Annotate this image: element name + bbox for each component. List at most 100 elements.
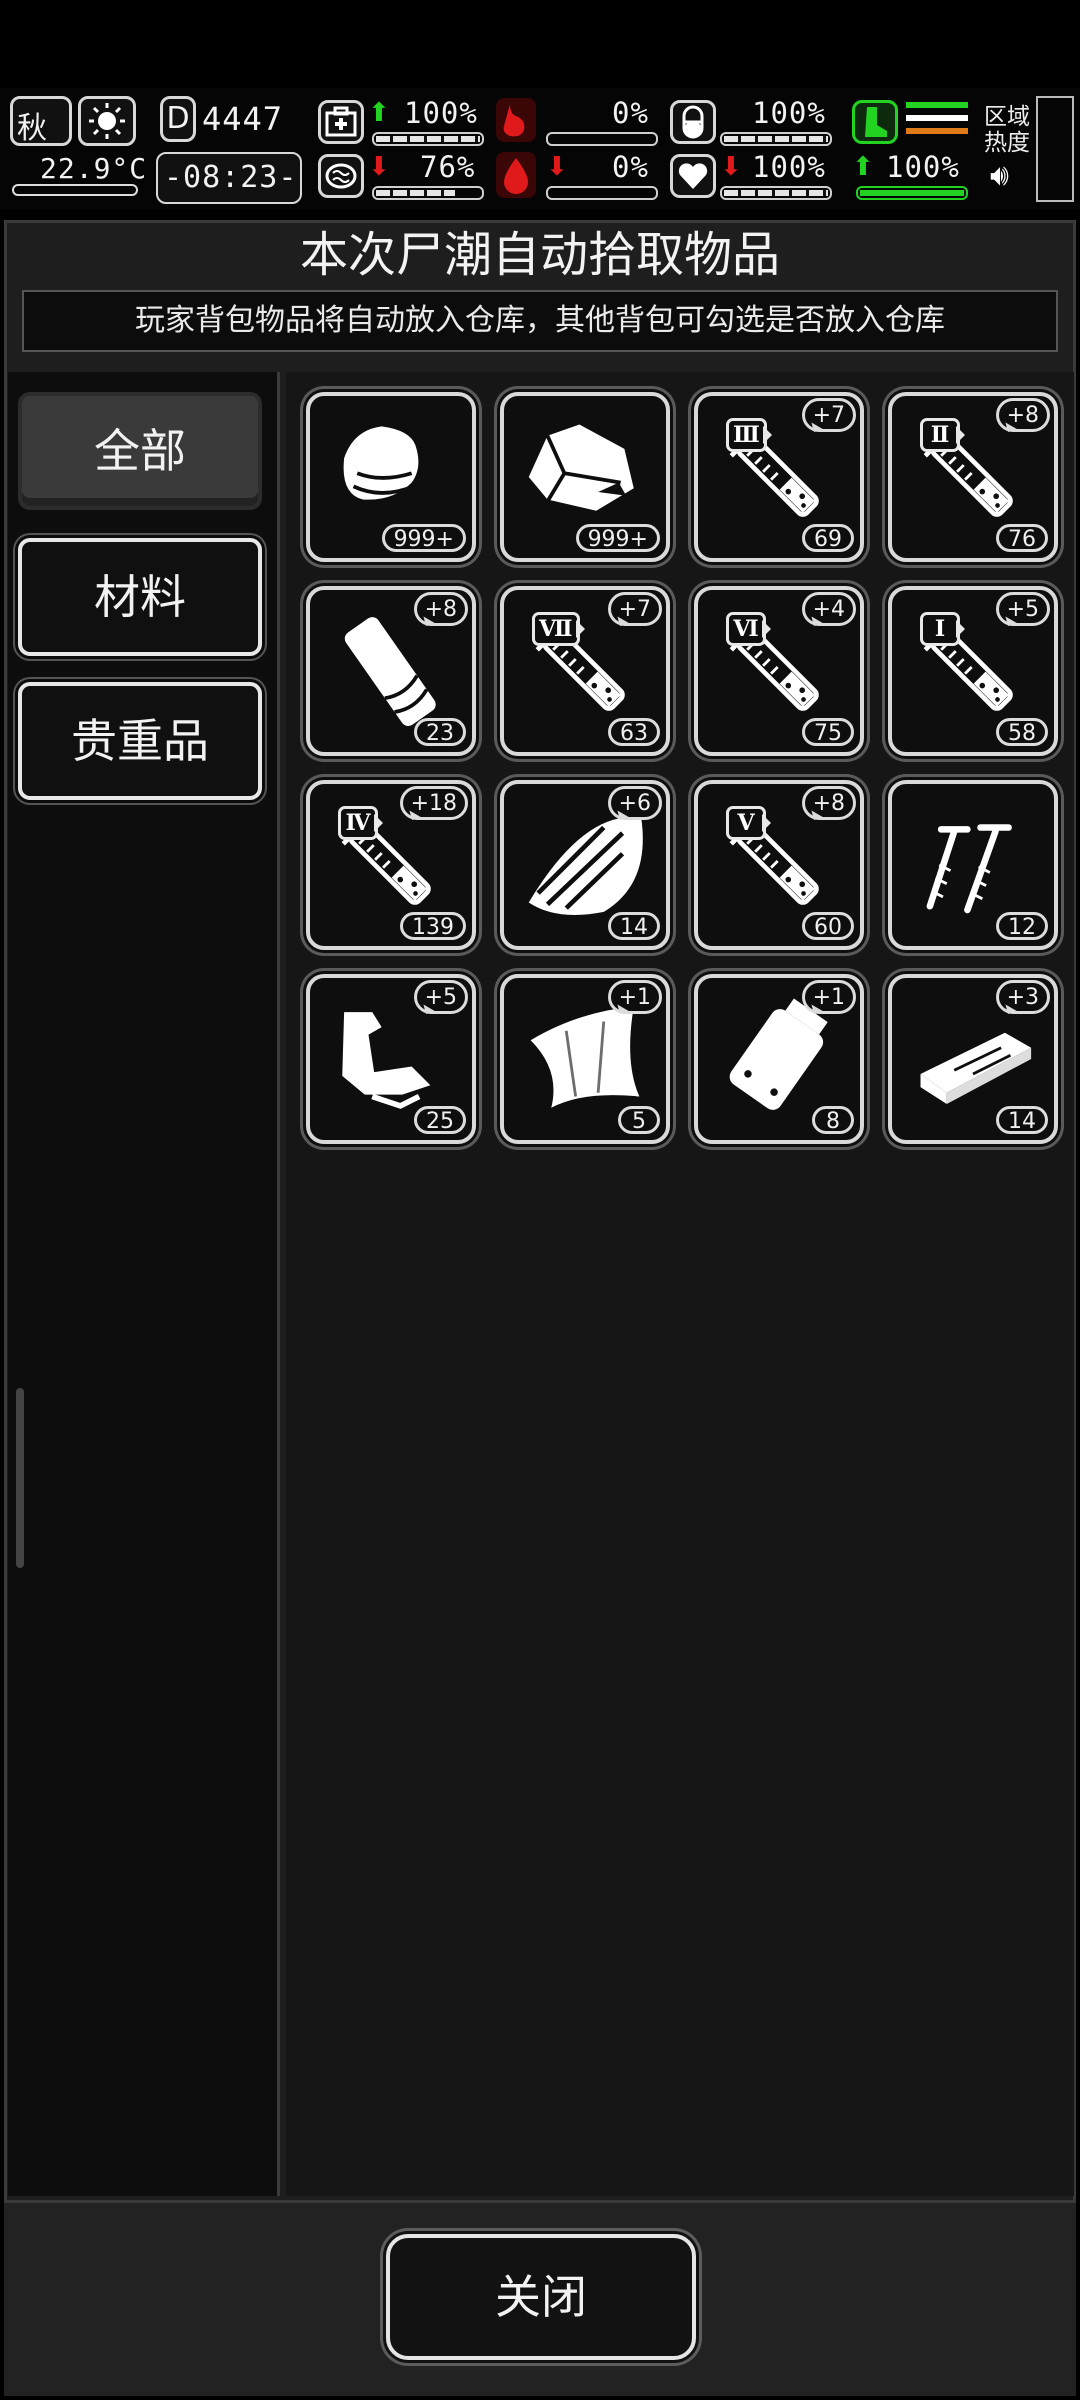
temperature-bar: [12, 184, 138, 196]
item-slot[interactable]: +1 5: [500, 974, 670, 1144]
sidebar-scrollbar[interactable]: [16, 1388, 24, 1568]
item-slot[interactable]: Ⅳ +18 139: [306, 780, 476, 950]
status-hud: 秋 22.9°C D 4447 -08:23- ⬆ 100% ⬇ 76% 0% …: [0, 88, 1080, 210]
tier-badge: Ⅱ: [920, 418, 965, 452]
season-label: 秋: [17, 111, 47, 146]
bonus-badge: +7: [607, 592, 662, 626]
bonus-badge: +8: [995, 398, 1050, 432]
heart-down-arrow: ⬇: [720, 152, 742, 182]
page-title: 本次尸潮自动拾取物品: [299, 227, 780, 283]
item-slot[interactable]: Ⅰ +5 58: [888, 586, 1058, 756]
sun-icon: [78, 96, 136, 146]
sanity-bar: [372, 186, 484, 200]
bonus-badge: +18: [399, 786, 468, 820]
boot-icon: [852, 100, 898, 144]
blood-drop-icon: [496, 152, 536, 198]
panel-subtitle: 玩家背包物品将自动放入仓库，其他背包可勾选是否放入仓库: [22, 290, 1058, 352]
item-count: 75: [802, 718, 854, 746]
bonus-badge: +7: [801, 398, 856, 432]
hunger-value: 0%: [612, 96, 649, 130]
pill-bar: [720, 132, 832, 146]
tier-badge: Ⅳ: [338, 806, 383, 840]
item-slot[interactable]: 999+: [306, 392, 476, 562]
item-count: 60: [802, 912, 854, 940]
temperature-value: 22.9°C: [40, 152, 148, 185]
item-slot[interactable]: 999+: [500, 392, 670, 562]
tier-badge: Ⅰ: [920, 612, 965, 646]
close-button[interactable]: 关闭: [386, 2234, 696, 2360]
item-slot[interactable]: Ⅲ +7 69: [694, 392, 864, 562]
item-slot[interactable]: +5 25: [306, 974, 476, 1144]
bonus-badge: +5: [413, 980, 468, 1014]
bonus-badge: +8: [413, 592, 468, 626]
hunger-bar: [546, 132, 658, 146]
item-count: 14: [608, 912, 660, 940]
zone-heat-label: 区域热度: [984, 104, 1030, 156]
stamina-value: 100%: [886, 150, 960, 184]
item-slot[interactable]: 12: [888, 780, 1058, 950]
heart-value: 100%: [752, 150, 826, 184]
stamina-stripes: [906, 102, 968, 142]
temperature-gauge: 22.9°C: [10, 152, 146, 202]
item-count: 999+: [575, 524, 660, 552]
item-slot[interactable]: Ⅴ +8 60: [694, 780, 864, 950]
bonus-badge: +3: [995, 980, 1050, 1014]
tier-badge: Ⅵ: [726, 612, 771, 646]
bonus-badge: +4: [801, 592, 856, 626]
day-value: 4447: [202, 100, 284, 138]
speaker-icon[interactable]: 🔊︎: [990, 158, 1009, 193]
item-count: 139: [400, 912, 466, 940]
tier-badge: Ⅴ: [726, 806, 771, 840]
item-slot[interactable]: Ⅵ +4 75: [694, 586, 864, 756]
item-count: 5: [618, 1106, 660, 1134]
day-icon: D: [160, 96, 196, 142]
item-count: 8: [812, 1106, 854, 1134]
sanity-value: 76%: [420, 150, 476, 184]
item-count: 25: [414, 1106, 466, 1134]
item-slot[interactable]: Ⅱ +8 76: [888, 392, 1058, 562]
item-count: 23: [414, 718, 466, 746]
bleeding-down-arrow: ⬇: [546, 152, 568, 182]
item-count: 12: [996, 912, 1048, 940]
stomach-icon: [496, 98, 536, 142]
health-bar: [372, 132, 484, 146]
health-value: 100%: [404, 96, 478, 130]
season-badge: 秋: [10, 96, 72, 146]
bonus-badge: +1: [607, 980, 662, 1014]
item-count: 69: [802, 524, 854, 552]
tab-all[interactable]: 全部: [18, 392, 262, 510]
zone-heat-meter: [1036, 96, 1074, 202]
bonus-badge: +6: [607, 786, 662, 820]
tab-valuables[interactable]: 贵重品: [18, 682, 262, 800]
sanity-down-arrow: ⬇: [368, 152, 390, 182]
bleeding-value: 0%: [612, 150, 649, 184]
item-slot[interactable]: +3 14: [888, 974, 1058, 1144]
tab-materials[interactable]: 材料: [18, 538, 262, 656]
health-up-arrow: ⬆: [368, 98, 390, 128]
item-count: 58: [996, 718, 1048, 746]
item-slot[interactable]: +8 23: [306, 586, 476, 756]
item-count: 76: [996, 524, 1048, 552]
bleeding-bar: [546, 186, 658, 200]
tier-badge: Ⅲ: [726, 418, 772, 452]
item-grid: 999+ 999+ Ⅲ +7 69 Ⅱ +8 76 +8 23 Ⅶ +7 63 Ⅵ +4 75 Ⅰ +5 58 Ⅳ +1…: [286, 372, 1074, 2196]
item-count: 63: [608, 718, 660, 746]
stamina-up-arrow: ⬆: [852, 152, 874, 182]
item-count: 14: [996, 1106, 1048, 1134]
day-counter: D 4447: [160, 92, 284, 146]
stamina-bar: [856, 186, 968, 200]
item-slot[interactable]: +1 8: [694, 974, 864, 1144]
clock: -08:23-: [156, 152, 302, 204]
medkit-icon: [318, 100, 364, 144]
tier-badge: Ⅶ: [532, 612, 585, 646]
bonus-badge: +1: [801, 980, 856, 1014]
brain-icon: [318, 154, 364, 198]
item-slot[interactable]: Ⅶ +7 63: [500, 586, 670, 756]
heart-icon: [670, 154, 716, 198]
pill-value: 100%: [752, 96, 826, 130]
clock-value: -08:23-: [164, 160, 298, 195]
pill-icon: [670, 100, 716, 144]
bonus-badge: +8: [801, 786, 856, 820]
item-slot[interactable]: +6 14: [500, 780, 670, 950]
item-count: 999+: [381, 524, 466, 552]
